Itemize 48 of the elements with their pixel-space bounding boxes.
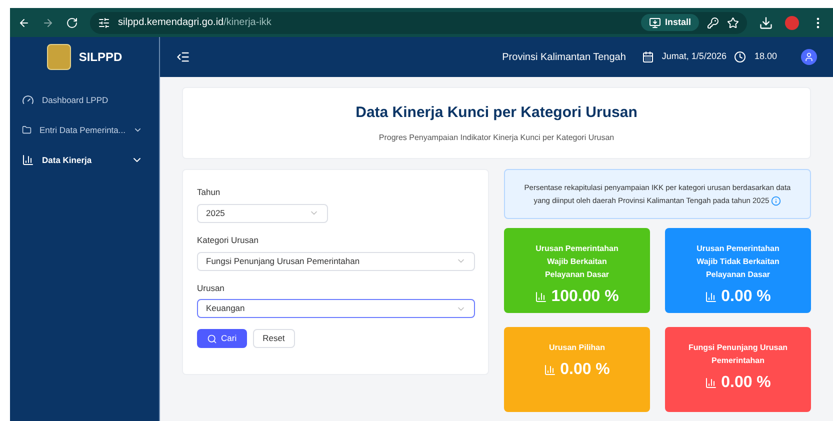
bar-chart-icon (705, 377, 718, 389)
date-text: Jumat, 1/5/2026 (662, 50, 726, 64)
card-value: 100.00 % (551, 287, 619, 307)
reload-icon[interactable] (66, 16, 78, 28)
download-icon[interactable] (759, 16, 773, 30)
calendar-icon (642, 51, 654, 63)
field-label: Tahun (197, 186, 222, 199)
reset-button[interactable]: Reset (252, 329, 295, 348)
folder-icon (22, 124, 32, 136)
select-field[interactable]: Keuangan (197, 299, 475, 318)
card-title: Urusan Pilihan (548, 342, 605, 354)
select-field[interactable]: 2025 (197, 204, 328, 223)
brand-name: SILPPD (78, 49, 122, 66)
bar-chart-icon (535, 291, 548, 303)
select-field[interactable]: Fungsi Penunjang Urusan Pemerintahan (197, 252, 475, 270)
info-icon (771, 196, 782, 206)
card-value: 0.00 % (721, 287, 771, 307)
search-button[interactable]: Cari (197, 329, 247, 348)
page-subtitle: Progres Penyampaian Indikator Kinerja Kunci per Kategori Urusan (378, 132, 614, 144)
sidebar-item[interactable]: Dashboard LPPD (10, 85, 159, 115)
field-label: Urusan (197, 282, 226, 294)
province-name: Provinsi Kalimantan Tengah (502, 50, 626, 64)
back-icon[interactable] (18, 16, 30, 28)
clock-icon (734, 51, 746, 63)
time-text: 18.00 (754, 50, 777, 64)
bar-chart-icon (22, 154, 34, 166)
collapse-menu-icon[interactable] (176, 50, 190, 64)
card-title: Urusan Pemerintahan Wajib Tidak Berkaitan Pelayanan Dasar (696, 243, 780, 281)
user-avatar[interactable] (801, 49, 817, 65)
card-value: 0.00 % (721, 373, 771, 393)
search-icon (207, 334, 217, 344)
install-button[interactable]: Install (640, 14, 699, 31)
key-icon[interactable] (707, 16, 719, 28)
site-settings-icon[interactable] (98, 16, 110, 28)
sidebar-item[interactable]: Entri Data Pemerinta... (10, 115, 159, 145)
sidebar-item[interactable]: Data Kinerja (10, 145, 159, 175)
card-value: 0.00 % (560, 360, 610, 380)
gauge-icon (22, 94, 34, 106)
page-title: Data Kinerja Kunci per Kategori Urusan (356, 102, 638, 123)
star-icon[interactable] (727, 16, 739, 28)
card-title: Fungsi Penunjang Urusan Pemerintahan (688, 342, 788, 367)
bar-chart-icon (544, 364, 556, 376)
bar-chart-icon (705, 291, 718, 303)
url-text: silppd.kemendagri.go.id/kinerja-ikk (118, 16, 272, 30)
install-icon (648, 16, 661, 28)
field-label: Kategori Urusan (197, 234, 260, 246)
address-bar[interactable]: silppd.kemendagri.go.id/kinerja-ikk Install (90, 12, 747, 34)
card-title: Urusan Pemerintahan Wajib Berkaitan Pelayanan Dasar (534, 243, 620, 281)
